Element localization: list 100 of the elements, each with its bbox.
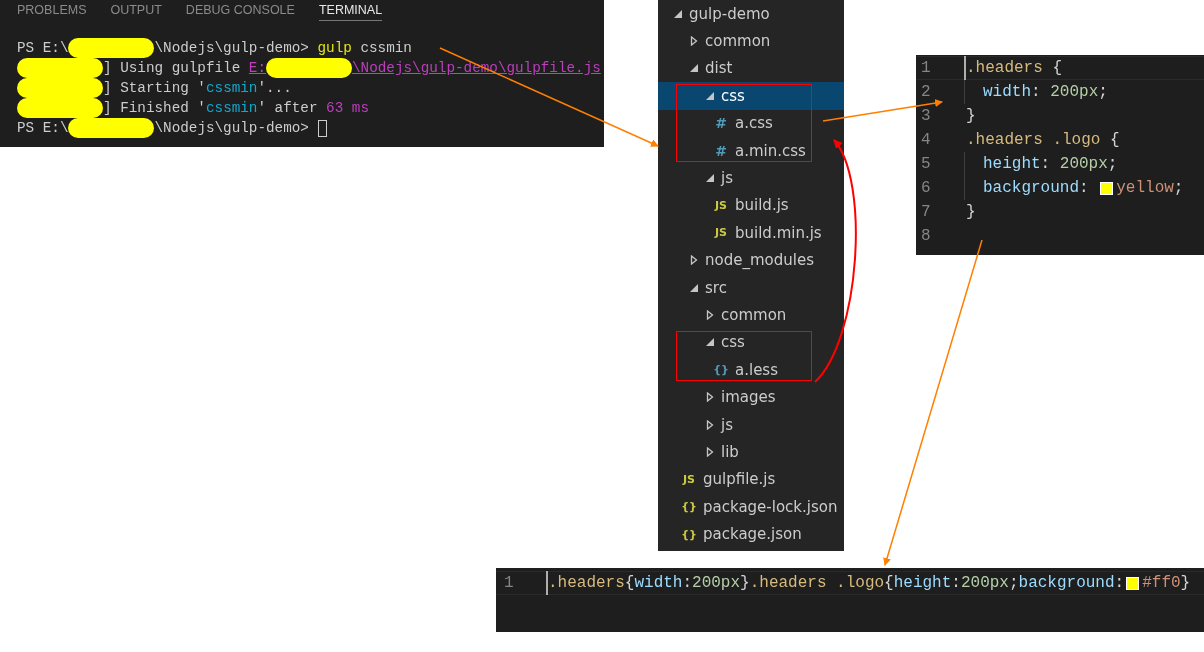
line-number: 7 [920, 202, 932, 223]
css-value: 200px [1059, 154, 1108, 175]
collapsed-icon[interactable] [689, 36, 699, 47]
file-row[interactable]: {} package.json [658, 520, 844, 548]
file-name: gulpfile.js [703, 470, 776, 489]
code-punctuation: } [1180, 573, 1191, 594]
folder-name: common [705, 32, 771, 51]
folder-row[interactable]: css [658, 82, 844, 110]
color-swatch[interactable] [1126, 576, 1140, 590]
folder-name: js [721, 169, 733, 188]
folder-name: dist [705, 59, 733, 78]
folder-row[interactable]: src [658, 273, 844, 302]
code-punctuation: : [1040, 154, 1052, 175]
css-property: background [983, 178, 1079, 199]
folder-name: gulp-demo [689, 4, 770, 23]
collapsed-icon[interactable] [705, 419, 715, 430]
folder-row[interactable]: js [658, 410, 844, 439]
code-punctuation: ; [1098, 82, 1108, 103]
folder-row[interactable]: dist [658, 54, 844, 83]
folder-row[interactable]: common [658, 27, 844, 55]
folder-name: css [721, 86, 745, 105]
css-value: 200px [692, 573, 741, 594]
line-number: 1 [920, 58, 932, 79]
code-punctuation: { [1052, 58, 1063, 79]
terminal-text: ] Starting ' [103, 79, 206, 98]
css-selector: .headers [548, 573, 625, 594]
css-property: height [983, 154, 1041, 175]
code-punctuation: } [966, 106, 976, 127]
code-punctuation: } [740, 573, 750, 594]
css-property: width [983, 82, 1031, 103]
text-cursor [317, 119, 327, 137]
folder-row[interactable]: node_modules [658, 246, 844, 274]
terminal-text: \Nodejs\gulp-demo> [154, 119, 310, 138]
file-path-link[interactable]: E: [248, 58, 267, 78]
css-property: width [634, 573, 683, 594]
folder-name: common [721, 306, 787, 324]
file-type-icon: {} [681, 527, 697, 541]
folder-name: css [721, 333, 745, 352]
panel-tab[interactable]: PROBLEMS [17, 0, 87, 21]
expanded-icon[interactable] [673, 8, 683, 19]
terminal-text: ' after [257, 99, 319, 118]
expanded-icon[interactable] [689, 63, 699, 74]
file-type-icon: {} [681, 500, 697, 514]
file-type-icon: # [713, 142, 729, 159]
expanded-icon[interactable] [705, 173, 715, 184]
code-punctuation: { [884, 573, 894, 594]
file-row[interactable]: # a.css [658, 109, 844, 137]
color-swatch[interactable] [1100, 181, 1114, 195]
file-row[interactable]: # a.min.css [658, 136, 844, 165]
folder-row[interactable]: lib [658, 438, 844, 466]
css-value: #ff0 [1142, 573, 1181, 594]
panel-tab[interactable]: OUTPUT [110, 0, 162, 21]
css-selector: .headers [966, 58, 1044, 79]
command-name: gulp [317, 39, 352, 58]
collapsed-icon[interactable] [705, 310, 715, 320]
line-number: 3 [920, 106, 932, 127]
folder-name: src [705, 278, 727, 297]
terminal-text: ] Using gulpfile [103, 59, 242, 78]
folder-name: lib [721, 442, 739, 461]
expanded-icon[interactable] [705, 337, 715, 348]
panel-tab[interactable]: DEBUG CONSOLE [185, 0, 295, 21]
code-punctuation: : [1031, 82, 1042, 103]
css-property: height [893, 573, 952, 594]
folder-name: images [721, 388, 776, 407]
terminal-text: PS E:\ [17, 119, 69, 138]
folder-row[interactable]: js [658, 164, 844, 192]
code-punctuation: : [951, 573, 961, 594]
file-type-icon: # [713, 115, 729, 132]
css-property: background [1018, 573, 1115, 594]
expanded-icon[interactable] [689, 282, 699, 293]
collapsed-icon[interactable] [689, 255, 699, 266]
file-name: package.json [703, 525, 802, 544]
terminal-text: \Nodejs\gulp-demo> [154, 39, 310, 58]
css-value: 200px [960, 573, 1009, 594]
file-row[interactable]: {} a.less [658, 356, 844, 384]
file-row[interactable]: JS gulpfile.js [658, 465, 844, 494]
collapsed-icon[interactable] [705, 446, 715, 457]
file-row[interactable]: JS build.js [658, 191, 844, 220]
line-number: 8 [920, 226, 932, 247]
code-punctuation: ; [1107, 154, 1118, 175]
code-punctuation: ; [1173, 178, 1184, 199]
collapsed-icon[interactable] [705, 392, 715, 403]
panel-tab[interactable]: TERMINAL [318, 0, 383, 21]
file-type-icon: JS [713, 226, 729, 240]
file-row[interactable]: {} package-lock.json [658, 493, 844, 521]
line-number: 1 [503, 573, 515, 594]
code-punctuation: : [1079, 178, 1090, 199]
folder-row[interactable]: gulp-demo [658, 0, 844, 28]
terminal-text: cssmin [359, 39, 412, 58]
code-punctuation: : [1114, 573, 1125, 594]
terminal-text: PS E:\ [17, 39, 69, 58]
expanded-icon[interactable] [705, 90, 715, 101]
code-punctuation: } [966, 202, 976, 223]
folder-row[interactable]: common [658, 301, 844, 329]
file-row[interactable]: JS build.min.js [658, 219, 844, 247]
folder-row[interactable]: images [658, 383, 844, 411]
task-name: cssmin [205, 79, 258, 98]
css-value: yellow [1116, 178, 1174, 199]
folder-row[interactable]: css [658, 328, 844, 357]
code-punctuation: { [1110, 130, 1120, 151]
